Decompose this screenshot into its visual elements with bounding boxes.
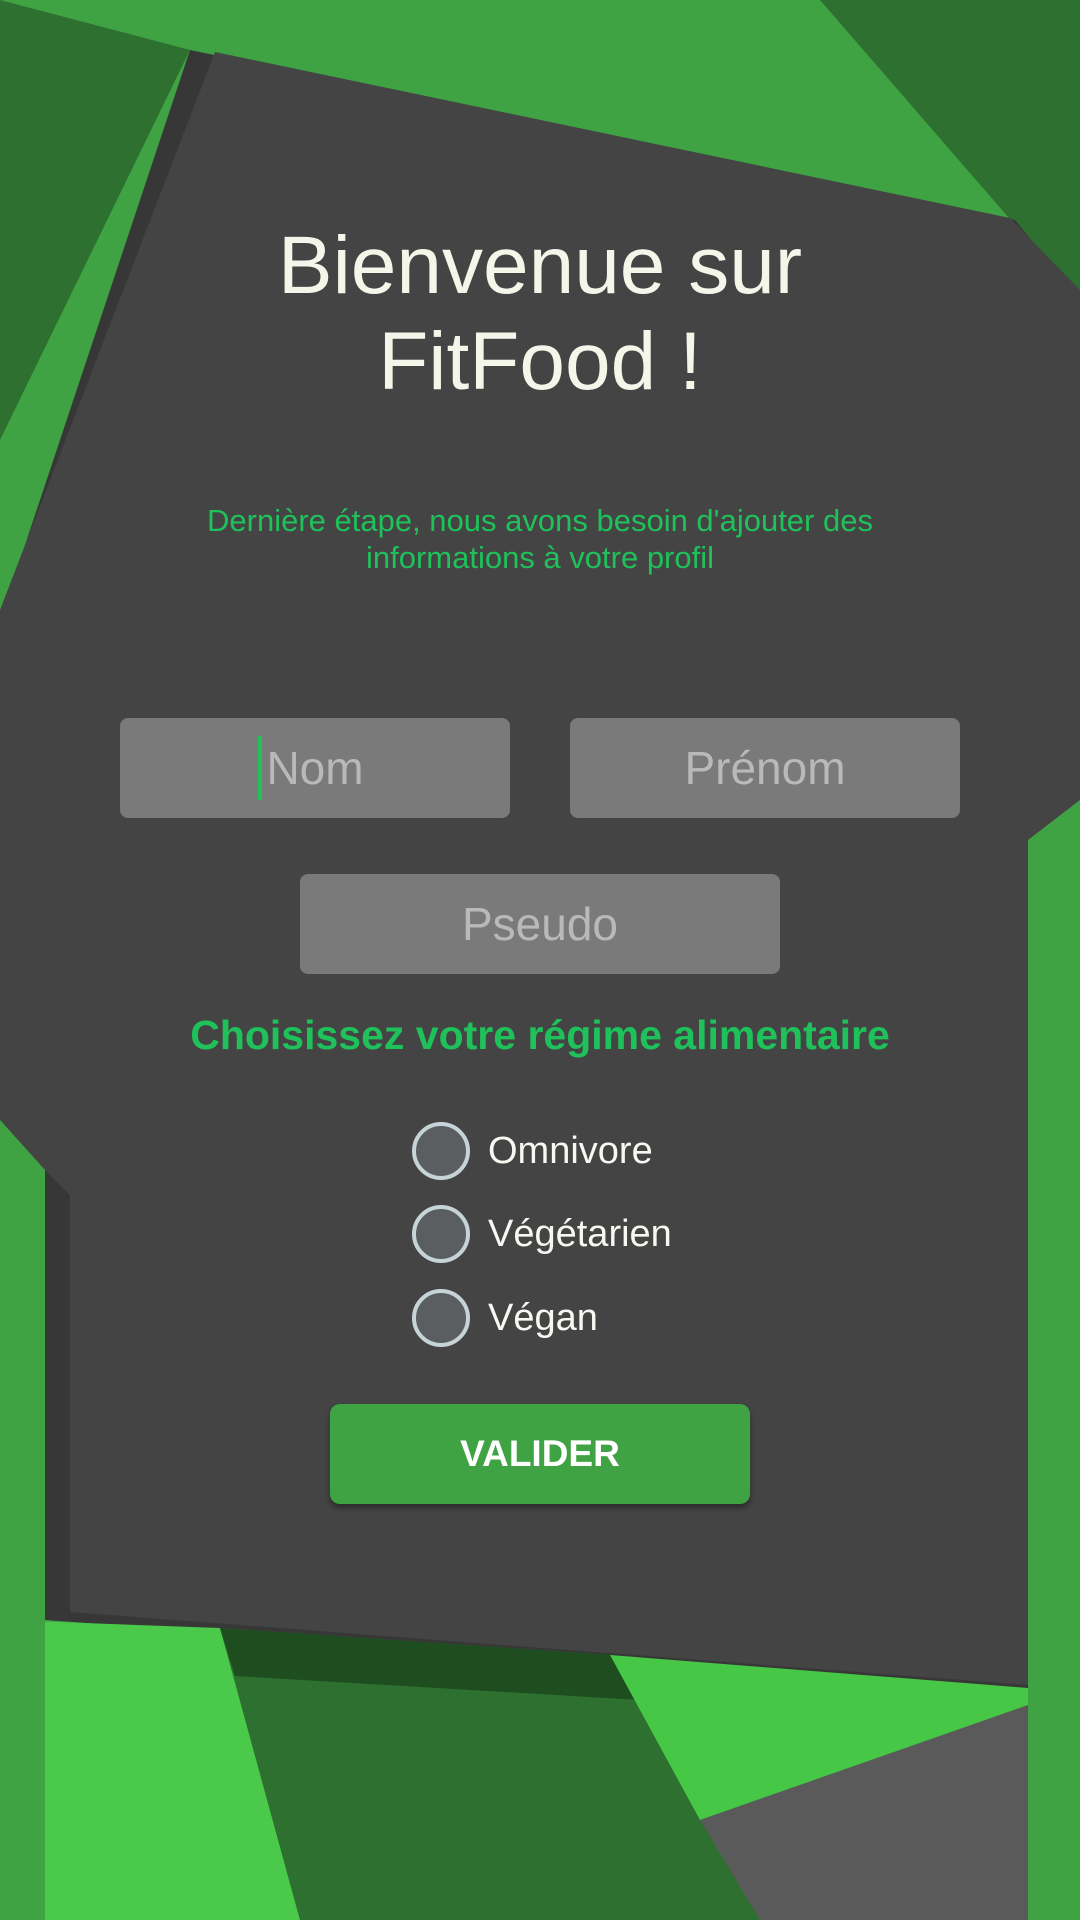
diet-option-label: Végétarien — [488, 1212, 672, 1255]
title-line-2: FitFood ! — [378, 316, 702, 407]
page-subtitle: Dernière étape, nous avons besoin d'ajou… — [140, 502, 940, 576]
username-input[interactable] — [300, 874, 780, 974]
radio-button-vegan[interactable] — [412, 1289, 470, 1347]
diet-option-vegan[interactable]: Végan — [412, 1285, 598, 1351]
last-name-input[interactable] — [120, 718, 510, 818]
diet-option-label: Végan — [488, 1296, 598, 1339]
first-name-input[interactable] — [570, 718, 960, 818]
title-line-1: Bienvenue sur — [277, 220, 803, 311]
subtitle-line-2: informations à votre profil — [365, 540, 715, 575]
subtitle-line-1: Dernière étape, nous avons besoin d'ajou… — [207, 503, 873, 538]
page-title: Bienvenue sur FitFood ! — [140, 218, 940, 410]
radio-button-vegetarian[interactable] — [412, 1205, 470, 1263]
diet-heading: Choisissez votre régime alimentaire — [190, 1012, 890, 1058]
diet-option-label: Omnivore — [488, 1129, 653, 1172]
submit-button[interactable]: VALIDER — [330, 1404, 750, 1504]
diet-option-omnivore[interactable]: Omnivore — [412, 1118, 653, 1184]
text-cursor — [258, 736, 262, 800]
signup-screen: Bienvenue sur FitFood ! Dernière étape, … — [0, 0, 1080, 1920]
radio-button-omnivore[interactable] — [412, 1122, 470, 1180]
diet-option-vegetarian[interactable]: Végétarien — [412, 1201, 672, 1267]
